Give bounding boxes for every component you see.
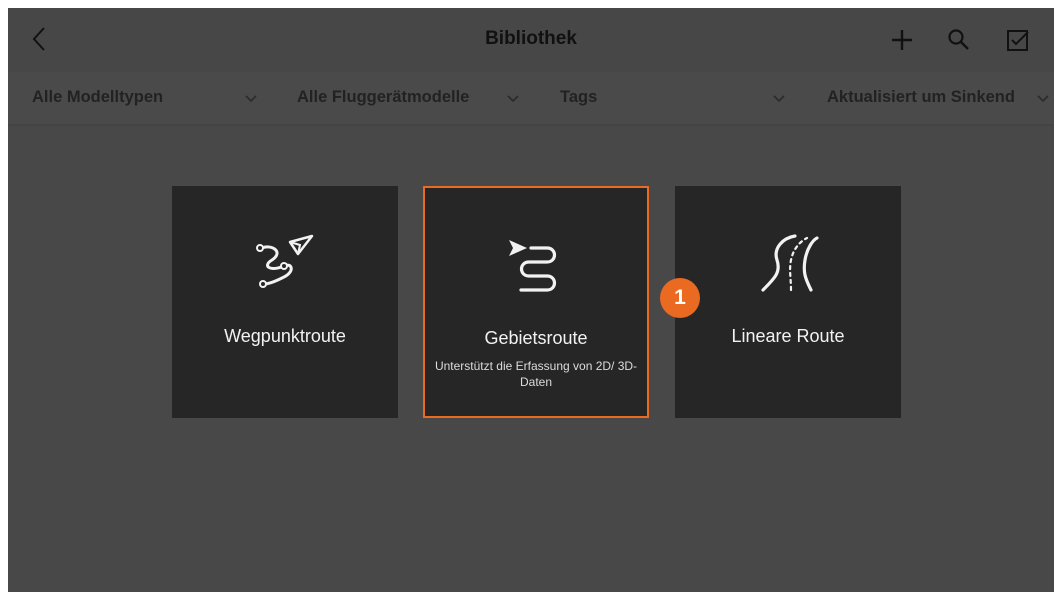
card-label: Wegpunktroute <box>224 326 346 346</box>
waypoint-route-icon <box>256 234 314 288</box>
add-button[interactable] <box>888 26 916 54</box>
chevron-down-icon[interactable] <box>1036 94 1050 104</box>
search-button[interactable] <box>945 26 973 54</box>
model-type-filter[interactable]: Alle Modelltypen <box>32 88 163 107</box>
card-label: Gebietsroute <box>484 328 588 348</box>
checkbox-icon <box>1007 30 1029 51</box>
chevron-down-icon[interactable] <box>244 94 258 104</box>
area-route-card[interactable]: Gebietsroute Unterstützt die Erfassung v… <box>423 186 649 418</box>
area-route-icon <box>509 240 557 292</box>
tags-filter[interactable]: Tags <box>560 88 597 107</box>
chevron-down-icon[interactable] <box>772 94 786 104</box>
linear-route-icon <box>761 234 819 292</box>
search-icon <box>948 29 969 50</box>
chevron-down-icon[interactable] <box>506 94 520 104</box>
sort-filter[interactable]: Aktualisiert um Sinkend <box>827 88 1015 107</box>
aircraft-model-filter[interactable]: Alle Fluggerätmodelle <box>297 88 469 107</box>
card-label: Lineare Route <box>731 326 845 346</box>
library-screen: Bibliothek Alle Modelltypen Alle Flugger… <box>8 8 1054 592</box>
top-bar: Bibliothek <box>8 8 1054 72</box>
plus-icon <box>892 30 912 50</box>
select-button[interactable] <box>1004 26 1032 54</box>
waypoint-route-card[interactable]: Wegpunktroute <box>172 186 398 418</box>
linear-route-card[interactable]: Lineare Route <box>675 186 901 418</box>
annotation-marker: 1 <box>660 278 700 318</box>
card-description: Unterstützt die Erfassung von 2D/ 3D-Dat… <box>434 359 638 389</box>
